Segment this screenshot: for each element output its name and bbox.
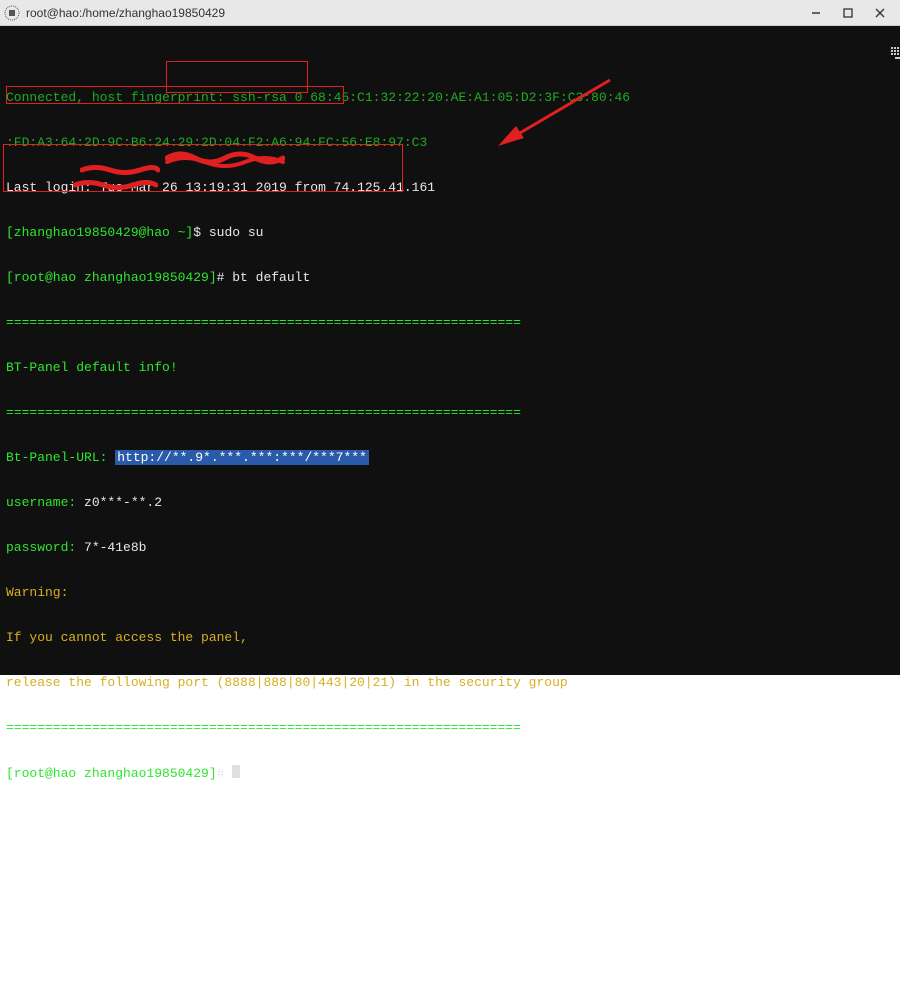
prompt-root-bt-default: [root@hao zhanghao19850429]# bt default [6,270,894,285]
terminal-viewport[interactable]: Connected, host fingerprint: ssh-rsa 0 6… [0,26,900,675]
keyboard-icon[interactable] [844,32,862,46]
panel-info-title: BT-Panel default info! [6,360,894,375]
separator-top: ========================================… [6,315,894,330]
maximize-button[interactable] [832,0,864,26]
minimize-button[interactable] [800,0,832,26]
panel-url-line: Bt-Panel-URL: http://**.9*.***.***:***/*… [6,450,894,465]
annotation-scribble-url [165,148,285,168]
window-title: root@hao:/home/zhanghao19850429 [26,6,800,20]
separator-bottom: ========================================… [6,720,894,735]
separator-mid: ========================================… [6,405,894,420]
prompt-final: [root@hao zhanghao19850429]# [6,765,894,781]
window-titlebar: root@hao:/home/zhanghao19850429 [0,0,900,26]
close-button[interactable] [864,0,896,26]
warning-line-1: If you cannot access the panel, [6,630,894,645]
app-icon [4,5,20,21]
panel-username-line: username: z0***-**.2 [6,495,894,510]
warning-line-2: release the following port (8888|888|80|… [6,675,894,690]
ssh-fingerprint-line-1: Connected, host fingerprint: ssh-rsa 0 6… [6,90,894,105]
annotation-scribble-username [80,163,160,177]
warning-label: Warning: [6,585,894,600]
gear-icon[interactable] [872,32,890,46]
terminal-toolbar [844,32,890,46]
panel-password-line: password: 7*-41e8b [6,540,894,555]
prompt-user-line: [zhanghao19850429@hao ~]$ sudo su [6,225,894,240]
ssh-fingerprint-line-2: :FD:A3:64:2D:9C:B6:24:29:2D:04:F2:A6:94:… [6,135,894,150]
annotation-box-sudo [166,61,308,93]
last-login-line: Last login: Tue Mar 26 13:19:31 2019 fro… [6,180,894,195]
terminal-cursor [232,765,240,778]
window-controls [800,0,896,25]
